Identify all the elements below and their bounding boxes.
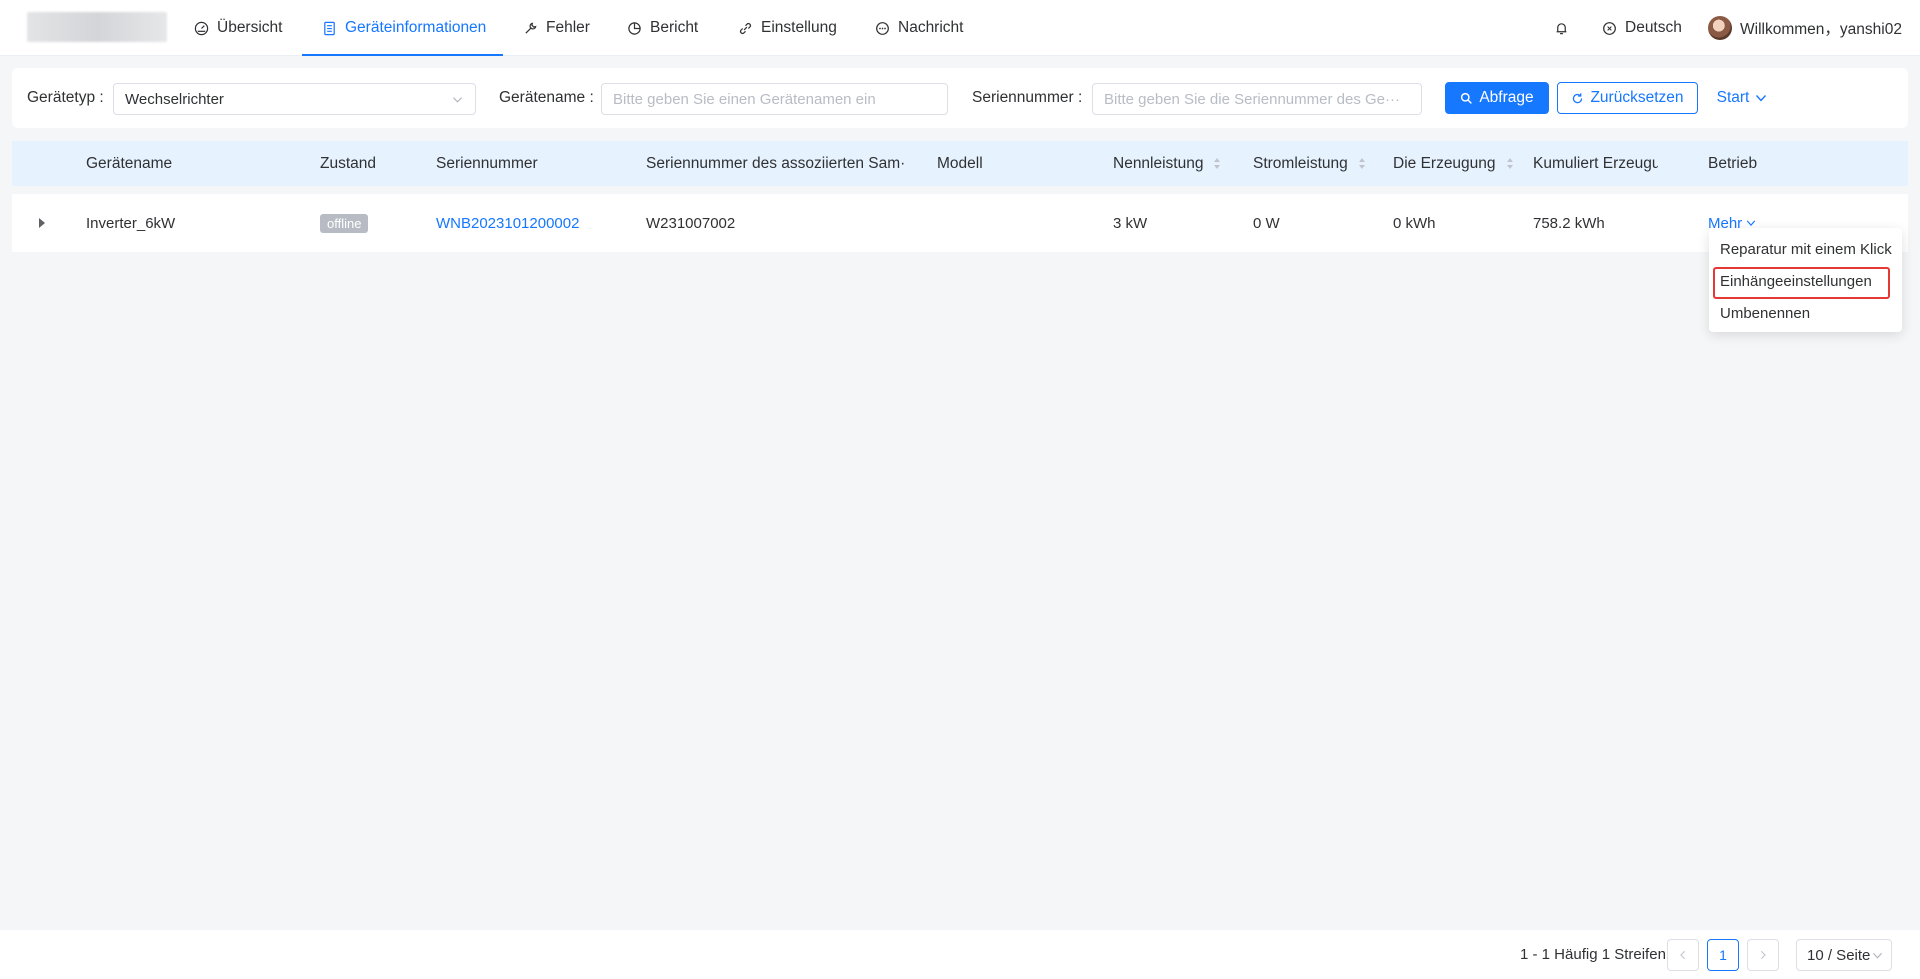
top-navigation: Übersicht Geräteinformationen Fehler Ber… <box>0 0 1920 56</box>
serial-number-input[interactable] <box>1104 90 1410 108</box>
nav-messages[interactable]: Nachricht <box>875 0 963 56</box>
cell-cumulative: 758.2 kWh <box>1533 214 1605 232</box>
device-type-select[interactable]: Wechselrichter <box>113 83 476 115</box>
reset-button-label: Zurücksetzen <box>1590 89 1684 106</box>
nav-overview[interactable]: Übersicht <box>194 0 282 56</box>
cell-rated-power: 3 kW <box>1113 214 1148 232</box>
sort-icon <box>1214 158 1221 169</box>
column-header-label: Stromleistung <box>1253 154 1348 172</box>
language-label: Deutsch <box>1625 19 1682 36</box>
table-header: Gerätename Zustand Seriennummer Seriennu… <box>12 141 1908 186</box>
sort-icon <box>1358 158 1365 169</box>
active-tab-indicator <box>302 54 503 56</box>
next-page-button[interactable] <box>1747 939 1779 971</box>
column-header-cumulative: Kumuliert Erzeugu <box>1533 154 1658 172</box>
nav-label: Geräteinformationen <box>345 19 487 36</box>
cell-name: Inverter_6kW <box>86 214 176 232</box>
cell-assoc-serial: W231007002 <box>646 214 736 232</box>
start-link-label: Start <box>1716 89 1750 106</box>
query-button-label: Abfrage <box>1479 89 1534 106</box>
logo[interactable] <box>27 12 167 42</box>
column-header-rated-power[interactable]: Nennleistung <box>1113 141 1221 186</box>
serial-number-input-wrapper <box>1092 83 1422 115</box>
avatar <box>1708 16 1732 40</box>
nav-errors[interactable]: Fehler <box>523 0 590 56</box>
dashboard-icon <box>194 21 209 35</box>
link-icon <box>739 22 752 34</box>
document-icon <box>324 21 335 35</box>
column-header-label: Nennleistung <box>1113 154 1204 172</box>
nav-label: Einstellung <box>761 19 837 36</box>
pagination-total: 1 - 1 Häufig 1 Streifen <box>1520 946 1666 963</box>
device-name-label: Gerätename : <box>499 89 594 106</box>
nav-label: Fehler <box>546 19 590 36</box>
device-name-input[interactable] <box>613 90 936 108</box>
cell-current-power: 0 W <box>1253 214 1280 232</box>
nav-report[interactable]: Bericht <box>627 0 698 56</box>
menu-item-one-click-repair[interactable]: Reparatur mit einem Klick <box>1709 233 1902 265</box>
column-header-serial: Seriennummer <box>436 154 538 172</box>
serial-number-label: Seriennummer : <box>972 89 1083 106</box>
column-header-assoc-serial: Seriennummer des assoziierten Sam··· <box>646 154 906 172</box>
column-header-model: Modell <box>937 154 983 172</box>
globe-icon <box>1603 21 1616 35</box>
device-type-label: Gerätetyp : <box>27 89 104 106</box>
chevron-right-icon <box>1760 950 1766 960</box>
expand-row-icon[interactable] <box>39 218 45 228</box>
table-row: Inverter_6kW offline WNB2023101200002 W2… <box>12 194 1908 252</box>
chevron-down-icon <box>1747 220 1756 226</box>
nav-label: Nachricht <box>898 19 964 36</box>
more-actions-dropdown: Reparatur mit einem Klick Einhängeeinste… <box>1709 228 1902 332</box>
nav-label: Übersicht <box>217 19 283 36</box>
user-menu[interactable]: Willkommen，yanshi02 <box>1708 0 1902 56</box>
pagination-bar: 1 - 1 Häufig 1 Streifen 1 10 / Seite <box>0 930 1920 979</box>
nav-label: Bericht <box>650 19 699 36</box>
bell-icon <box>1556 22 1567 34</box>
search-icon <box>1461 92 1473 104</box>
prev-page-button[interactable] <box>1667 939 1699 971</box>
chevron-left-icon <box>1680 950 1686 960</box>
column-header-generation[interactable]: Die Erzeugung <box>1393 141 1514 186</box>
device-name-input-wrapper <box>601 83 948 115</box>
menu-item-rename[interactable]: Umbenennen <box>1709 297 1902 329</box>
column-header-state: Zustand <box>320 154 377 172</box>
start-link[interactable]: Start <box>1712 82 1772 114</box>
column-header-operation: Betrieb <box>1708 154 1758 172</box>
column-header-label: Die Erzeugung <box>1393 154 1496 172</box>
notifications-button[interactable] <box>1554 0 1569 56</box>
nav-settings[interactable]: Einstellung <box>738 0 837 56</box>
chevron-down-icon <box>452 97 463 103</box>
query-button[interactable]: Abfrage <box>1445 82 1549 114</box>
wrench-icon <box>525 22 537 34</box>
reset-button[interactable]: Zurücksetzen <box>1557 82 1698 114</box>
page-size-value: 10 / Seite <box>1807 946 1871 964</box>
serial-number-link[interactable]: WNB2023101200002 <box>436 194 579 252</box>
message-icon <box>876 21 889 35</box>
column-header-current-power[interactable]: Stromleistung <box>1253 141 1366 186</box>
device-type-value: Wechselrichter <box>125 90 224 108</box>
menu-item-mount-settings[interactable]: Einhängeeinstellungen <box>1709 265 1902 299</box>
cell-generation: 0 kWh <box>1393 214 1436 232</box>
filter-panel: Gerätetyp : Wechselrichter Gerätename : … <box>12 68 1908 128</box>
sort-icon <box>1506 158 1513 169</box>
cell-state: offline <box>320 194 369 252</box>
chevron-down-icon <box>1756 95 1767 102</box>
chevron-down-icon <box>1873 952 1883 959</box>
status-badge: offline <box>320 213 369 233</box>
column-header-name: Gerätename <box>86 154 173 172</box>
nav-device-info[interactable]: Geräteinformationen <box>322 0 486 56</box>
page-size-select[interactable]: 10 / Seite <box>1796 939 1892 971</box>
page-button-current[interactable]: 1 <box>1707 939 1739 971</box>
language-switcher[interactable]: Deutsch <box>1602 0 1682 56</box>
pie-chart-icon <box>628 21 641 35</box>
welcome-text: Willkommen，yanshi02 <box>1740 21 1902 38</box>
refresh-icon <box>1573 92 1583 103</box>
